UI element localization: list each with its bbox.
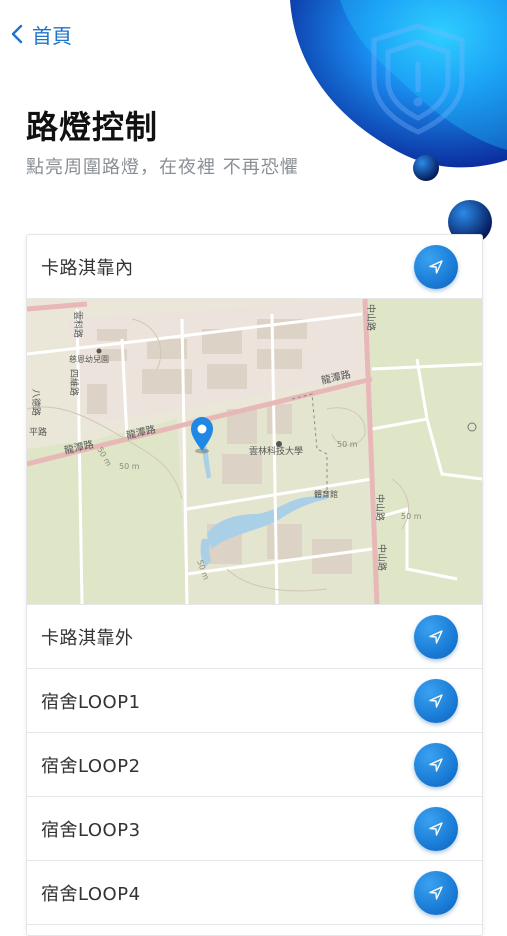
navigate-button[interactable] [414, 742, 458, 787]
light-name: 宿舍LOOP1 [41, 691, 141, 713]
list-item[interactable]: 卡路淇靠內 [27, 235, 482, 299]
map-label-university: 雲林科技大學 [249, 445, 303, 457]
poi-icon [96, 348, 102, 354]
light-name: 卡路淇靠外 [41, 627, 134, 649]
map-label-contour: 50 m [337, 440, 358, 449]
light-name: 宿舍LOOP2 [41, 755, 141, 777]
list-item[interactable]: 宿舍LOOP2 [27, 733, 482, 797]
navigate-button[interactable] [414, 678, 458, 723]
map-view[interactable]: 龍潭路 龍潭路 龍潭路 中山路 中山路 中山路 四維路 平路 八德路 雲科路 雲… [27, 299, 482, 605]
navigate-button[interactable] [414, 806, 458, 851]
chevron-left-icon [11, 24, 23, 44]
list-item[interactable]: 宿舍LOOP1 [27, 669, 482, 733]
map-label-gym: 體育館 [314, 489, 338, 499]
navigate-button[interactable] [414, 870, 458, 915]
light-name: 宿舍LOOP4 [41, 883, 141, 905]
navigate-button[interactable] [414, 244, 458, 289]
back-button[interactable]: 首頁 [10, 18, 72, 50]
street-light-list: 卡路淇靠內 龍潭路 龍潭路 龍潭路 中山路 中山路 中山路 四維路 平路 八德路… [26, 234, 483, 936]
map-label-kindergarten: 慈恩幼兒園 [69, 354, 109, 364]
navigate-arrow-icon [429, 693, 443, 708]
map-label-road: 四維路 [68, 369, 80, 396]
list-item[interactable]: 宿舍LOOP3 [27, 797, 482, 861]
shield-icon [371, 23, 465, 135]
map-label-road: 中山路 [376, 544, 388, 571]
map-label-road: 雲科路 [72, 311, 84, 338]
navigate-arrow-icon [429, 757, 443, 772]
map-label-contour: 50 m [119, 462, 140, 471]
page-subtitle: 點亮周圍路燈，在夜裡 不再恐懼 [26, 157, 299, 178]
navigate-button[interactable] [414, 614, 458, 659]
map-label-contour: 50 m [401, 512, 422, 521]
poi-icon [276, 441, 282, 447]
map-label-road: 中山路 [365, 304, 377, 331]
map-label-road: 平路 [29, 426, 47, 438]
navigate-arrow-icon [429, 259, 443, 274]
map-label-road: 中山路 [374, 494, 386, 521]
navigate-arrow-icon [429, 885, 443, 900]
light-name: 卡路淇靠內 [41, 257, 134, 279]
light-name: 宿舍LOOP3 [41, 819, 141, 841]
page-title: 路燈控制 [26, 108, 159, 146]
map-label-road: 八德路 [30, 389, 42, 416]
back-label: 首頁 [32, 23, 72, 48]
list-item[interactable]: 宿舍LOOP4 [27, 861, 482, 925]
navigate-arrow-icon [429, 821, 443, 836]
navigate-arrow-icon [429, 629, 443, 644]
list-item[interactable]: 卡路淇靠外 [27, 605, 482, 669]
